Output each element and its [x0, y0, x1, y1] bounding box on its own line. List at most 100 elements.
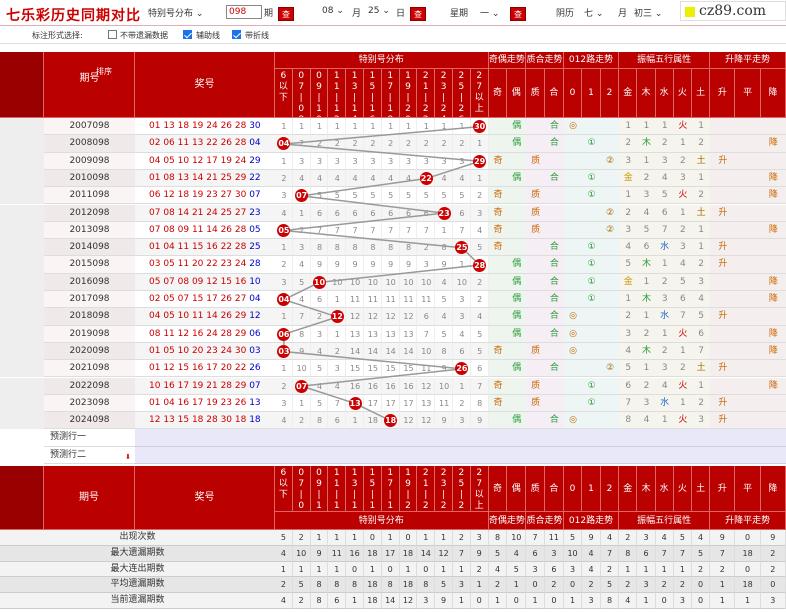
number-header: 奖号	[135, 52, 275, 118]
ud-cell: 升	[710, 360, 736, 378]
wx-cell: 土	[692, 152, 711, 170]
miss-value: 12	[421, 381, 432, 391]
sort-button[interactable]: 排序	[84, 66, 124, 78]
miss-value: 6	[334, 208, 340, 218]
pc-cell: 合	[545, 118, 564, 136]
polyline-checkbox[interactable]	[232, 30, 241, 39]
pc-cell: 质	[526, 342, 545, 361]
miss-value: 6	[316, 208, 323, 218]
stat-value: 0	[735, 561, 761, 578]
miss-value: 1	[281, 122, 287, 131]
ud-cell: 降	[760, 342, 786, 361]
row-special-number: 25	[249, 242, 261, 253]
miss-value: 5	[316, 398, 323, 408]
query-weekday-button[interactable]: 查	[510, 7, 526, 21]
row-issue: 2017098	[44, 291, 135, 309]
miss-value: 1	[316, 122, 323, 131]
wx-col-header: 土	[692, 69, 711, 118]
ud-cell	[710, 291, 736, 309]
predict-numbers[interactable]	[135, 429, 275, 447]
r012-cell: ◎	[563, 325, 583, 343]
stat-value: 5	[600, 577, 620, 594]
stat-value: 3	[453, 577, 471, 594]
month-select[interactable]: 08 ⌄	[322, 6, 344, 16]
wx-cell: 1	[637, 273, 656, 291]
miss-value: 5	[441, 295, 447, 304]
row-main-numbers: 08 11 12 16 24 28 29	[149, 328, 250, 339]
stat-value: 2	[655, 577, 674, 594]
oe-cell	[488, 118, 508, 136]
miss-value: 1	[459, 260, 465, 270]
r012-cell	[582, 412, 601, 430]
wx-cell: 水	[655, 308, 674, 326]
stat-value: 4	[655, 530, 674, 546]
oe-cell: 偶	[507, 360, 527, 378]
miss-value: 7	[334, 225, 340, 235]
pc-cell: 质	[526, 204, 545, 222]
miss-value: 8	[441, 243, 447, 253]
row-numbers: 04 05 10 11 14 26 29 12	[135, 308, 275, 326]
stat-value: 1	[563, 593, 583, 609]
row-avatar	[0, 204, 44, 222]
stat-value: 2	[760, 545, 786, 562]
miss-value: 4	[316, 346, 323, 356]
stat-value: 1	[710, 593, 736, 609]
lunar-day-select[interactable]: 初三 ⌄	[634, 6, 662, 19]
miss-value: 2	[299, 139, 305, 149]
query-date-button[interactable]: 查	[410, 7, 426, 21]
wx-cell: 1	[619, 118, 638, 136]
predict-numbers[interactable]	[135, 446, 275, 464]
footer-pc-group: 质合走势	[526, 512, 564, 530]
weekday-select[interactable]: 一 ⌄	[480, 6, 499, 19]
miss-value: 5	[441, 191, 447, 201]
wx-cell: 1	[692, 221, 711, 240]
chart-type-select[interactable]: 特别号分布 ⌄	[148, 6, 203, 19]
miss-value: 1	[352, 122, 358, 131]
row-issue: 2012098	[44, 204, 135, 222]
stat-value: 2	[619, 530, 638, 546]
miss-value: 4	[477, 312, 483, 322]
lunar-month-select[interactable]: 七 ⌄	[584, 6, 603, 19]
ud-cell	[760, 394, 786, 413]
miss-value: 8	[477, 398, 483, 408]
stat-value: 1	[381, 530, 400, 546]
predict-cells[interactable]	[275, 429, 786, 447]
r012-cell: ②	[600, 152, 620, 170]
issue-input[interactable]: 098	[226, 5, 262, 19]
ud-cell	[760, 256, 786, 274]
miss-value: 2	[316, 312, 323, 322]
row-issue: 2010098	[44, 169, 135, 188]
no-miss-checkbox[interactable]	[108, 30, 117, 39]
stat-value: 1	[735, 593, 761, 609]
miss-value: 8	[316, 416, 323, 426]
r012-col-header: 1	[582, 466, 601, 512]
miss-value: 4	[334, 173, 340, 183]
stat-value: 2	[545, 577, 564, 594]
predict-cells[interactable]	[275, 446, 786, 464]
r012-cell	[563, 152, 583, 170]
month-label: 月	[352, 9, 362, 19]
wx-cell: 2	[692, 394, 711, 413]
ud-cell	[760, 239, 786, 257]
oe-cell: 奇	[488, 152, 508, 170]
wx-col-header: 火	[673, 466, 692, 512]
helper-line-checkbox[interactable]	[183, 30, 192, 39]
ud-cell	[710, 118, 736, 136]
miss-value: 6	[316, 295, 323, 304]
stat-value: 8	[381, 577, 400, 594]
pc-cell	[526, 256, 545, 274]
day-select[interactable]: 25 ⌄	[368, 6, 390, 16]
wx-cell: 1	[673, 394, 692, 413]
stat-value: 0	[399, 530, 418, 546]
predict-arrow-icon[interactable]: ⬇	[123, 452, 133, 462]
stat-value: 18	[364, 577, 382, 594]
stat-value: 5	[673, 530, 692, 546]
stat-value: 7	[526, 530, 545, 546]
ud-cell	[735, 187, 761, 205]
query-issue-button[interactable]: 查	[278, 7, 294, 21]
stat-value: 1	[637, 593, 656, 609]
wx-group-header: 振幅五行属性	[619, 52, 711, 69]
ud-cell	[710, 273, 736, 291]
miss-value: 5	[477, 346, 483, 356]
stat-value: 8	[346, 577, 364, 594]
